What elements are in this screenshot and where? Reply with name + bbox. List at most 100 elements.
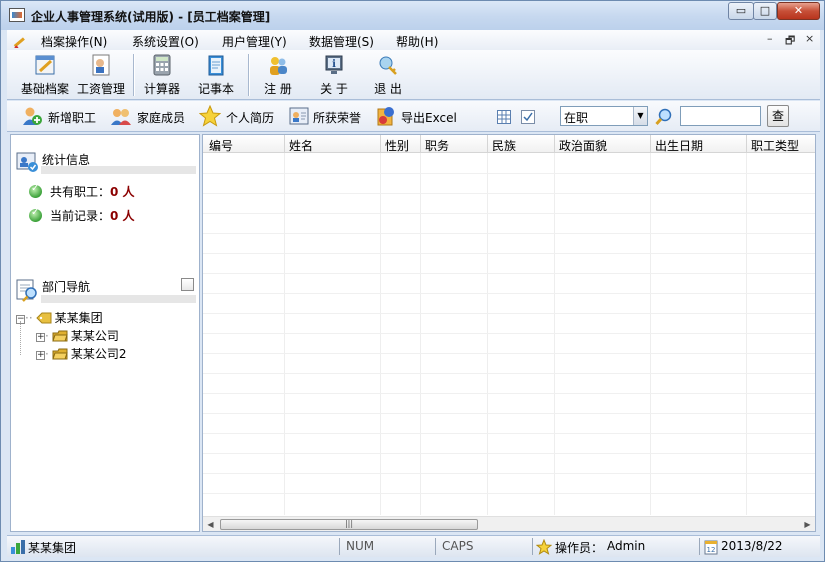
- mdi-restore-button[interactable]: 🗗: [785, 32, 795, 51]
- archive-edit-icon: [35, 55, 55, 75]
- column-header-ethnicity[interactable]: 民族: [492, 137, 516, 154]
- calculator-icon: [153, 54, 171, 76]
- register-button[interactable]: 注 册: [255, 50, 301, 100]
- scroll-thumb[interactable]: |||: [220, 519, 478, 530]
- about-label: 关 于: [320, 82, 348, 96]
- tree-node-company2-label: 某某公司2: [70, 347, 127, 361]
- column-header-gender[interactable]: 性别: [385, 137, 409, 154]
- total-employees-row: 共有职工：0 人: [29, 183, 135, 200]
- current-records-label: 当前记录：: [50, 209, 111, 223]
- add-user-icon: [23, 107, 42, 125]
- menu-help[interactable]: 帮助(H): [396, 33, 438, 50]
- add-employee-button[interactable]: 新增职工: [21, 105, 101, 127]
- notepad-icon: [208, 55, 224, 76]
- tree-node-company2[interactable]: +· 某某公司2: [36, 345, 126, 362]
- grid-line: [203, 333, 815, 334]
- grid-line: [203, 193, 815, 194]
- column-separator[interactable]: [650, 135, 651, 153]
- excel-export-icon: [377, 107, 394, 126]
- grid-header: 编号 姓名 性别 职务 民族 政治面貌 出生日期 职工类型: [203, 135, 815, 153]
- close-button[interactable]: ✕: [777, 2, 820, 20]
- grid-line: [203, 313, 815, 314]
- basic-archive-button[interactable]: 基础档案: [17, 50, 73, 100]
- column-header-name[interactable]: 姓名: [289, 137, 313, 154]
- salary-label: 工资管理: [76, 82, 125, 96]
- minimize-button[interactable]: ▭: [728, 2, 754, 20]
- column-separator[interactable]: [380, 135, 381, 153]
- tree-root-node[interactable]: −·· 某某集团: [16, 309, 103, 326]
- toolbar: 基础档案 工资管理 计算器 记事本 注 册 i 关 于 退 出: [7, 50, 820, 100]
- column-separator[interactable]: [420, 135, 421, 153]
- title-bar[interactable]: 企业人事管理系统(试用版) - [员工档案管理] ▭ □ ✕: [1, 1, 824, 30]
- mdi-close-button[interactable]: ×: [805, 32, 814, 45]
- column-separator[interactable]: [284, 135, 285, 153]
- dept-nav-checkbox[interactable]: [181, 278, 194, 291]
- basic-archive-label: 基础档案: [20, 82, 69, 96]
- column-header-birth-date[interactable]: 出生日期: [655, 137, 703, 154]
- employee-grid[interactable]: 编号 姓名 性别 职务 民族 政治面貌 出生日期 职工类型 ◀ ||| ▶: [202, 134, 816, 532]
- department-search-icon: [16, 279, 37, 302]
- family-icon: [111, 109, 131, 125]
- grid-line: [203, 393, 815, 394]
- expand-icon[interactable]: +: [36, 351, 45, 360]
- status-operator: Admin: [607, 539, 646, 553]
- star-icon: [199, 105, 221, 127]
- search-input[interactable]: [680, 106, 761, 126]
- grid-view-icon[interactable]: [497, 110, 511, 124]
- expand-icon[interactable]: +: [36, 333, 45, 342]
- add-employee-label: 新增职工: [48, 111, 97, 125]
- maximize-button[interactable]: □: [753, 2, 777, 20]
- info-icon: i: [325, 55, 343, 74]
- status-operator-label: 操作员：: [555, 541, 604, 555]
- pencil-icon: [13, 37, 25, 48]
- tree-node-company-label: 某某公司: [70, 329, 119, 343]
- column-separator[interactable]: [554, 135, 555, 153]
- statistics-icon: [16, 152, 38, 172]
- salary-button[interactable]: 工资管理: [73, 50, 129, 100]
- horizontal-scrollbar[interactable]: ◀ ||| ▶: [203, 516, 815, 531]
- exit-key-icon: [379, 56, 397, 75]
- calculator-button[interactable]: 计算器: [137, 50, 187, 100]
- menu-users[interactable]: 用户管理(Y): [222, 33, 287, 50]
- status-separator: [699, 538, 700, 555]
- checkbox-icon[interactable]: [521, 110, 535, 124]
- export-excel-button[interactable]: 导出Excel: [375, 105, 457, 127]
- grid-line: [203, 493, 815, 494]
- scroll-right-icon[interactable]: ▶: [800, 517, 815, 531]
- mdi-minimize-button[interactable]: –: [767, 32, 773, 45]
- check-circle-icon: [29, 183, 42, 198]
- grid-line: [554, 153, 555, 515]
- about-button[interactable]: i 关 于: [311, 50, 357, 100]
- total-employees-value: 0 人: [110, 185, 135, 199]
- search-button[interactable]: 查: [767, 105, 789, 127]
- menu-settings[interactable]: 系统设置(O): [132, 33, 199, 50]
- column-separator[interactable]: [487, 135, 488, 153]
- employment-status-select[interactable]: 在职 ▼: [560, 106, 648, 126]
- folder-icon: [52, 348, 68, 360]
- grid-line: [203, 433, 815, 434]
- tree-node-company[interactable]: +· 某某公司: [36, 327, 119, 344]
- exit-button[interactable]: 退 出: [365, 50, 411, 100]
- column-header-political-status[interactable]: 政治面貌: [559, 137, 607, 154]
- notepad-label: 记事本: [197, 82, 234, 96]
- grid-line: [420, 153, 421, 515]
- column-header-id[interactable]: 编号: [209, 137, 233, 154]
- resume-button[interactable]: 个人简历: [199, 105, 279, 127]
- column-separator[interactable]: [746, 135, 747, 153]
- svg-text:i: i: [332, 59, 336, 70]
- status-separator: [435, 538, 436, 555]
- column-header-employee-type[interactable]: 职工类型: [751, 137, 799, 154]
- register-label: 注 册: [264, 82, 292, 96]
- notepad-button[interactable]: 记事本: [191, 50, 241, 100]
- grid-body[interactable]: [203, 153, 815, 515]
- column-header-position[interactable]: 职务: [425, 137, 449, 154]
- folder-icon: [52, 330, 68, 342]
- scroll-left-icon[interactable]: ◀: [203, 517, 218, 531]
- family-button[interactable]: 家庭成员: [110, 105, 192, 127]
- toolbar-separator: [248, 54, 249, 96]
- svg-text:12: 12: [707, 546, 716, 554]
- honors-button[interactable]: 所获荣誉: [288, 105, 368, 127]
- menu-data[interactable]: 数据管理(S): [309, 33, 374, 50]
- menu-archive[interactable]: 档案操作(N): [41, 33, 107, 50]
- chevron-down-icon[interactable]: ▼: [633, 107, 647, 125]
